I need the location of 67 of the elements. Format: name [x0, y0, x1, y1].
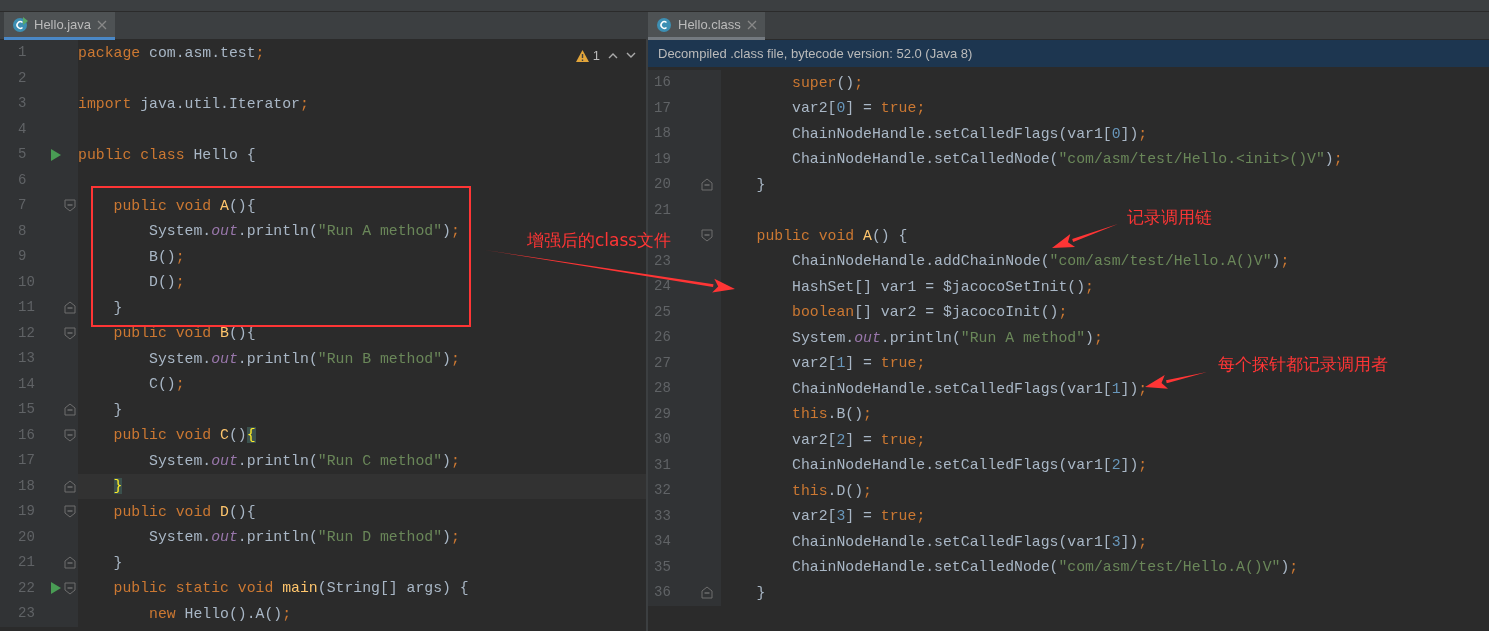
code-line: ChainNodeHandle.setCalledFlags(var1[3]);	[791, 532, 1148, 552]
fold-icon[interactable]	[64, 403, 76, 417]
annotation-text: 记录调用链	[1127, 206, 1212, 229]
chevron-up-icon[interactable]	[608, 52, 618, 60]
code-line: ChainNodeHandle.setCalledFlags(var1[1]);	[791, 379, 1148, 399]
warning-icon	[575, 49, 589, 62]
fold-icon[interactable]	[64, 301, 76, 315]
code-line: B();	[148, 247, 185, 267]
editor-tab[interactable]: Hello.java	[4, 12, 116, 40]
code-line: ChainNodeHandle.addChainNode("com/asm/test/Hello.A()V");	[791, 252, 1290, 272]
code-line: }	[112, 553, 123, 573]
callout-arrow	[1052, 224, 1118, 248]
code-line: }	[112, 400, 123, 420]
chevron-down-icon[interactable]	[626, 52, 636, 60]
code-line: new Hello().A();	[148, 604, 292, 624]
run-icon[interactable]	[50, 581, 62, 596]
code-line: var2[1] = true;	[791, 354, 926, 374]
code-line: package com.asm.test;	[78, 43, 265, 63]
code-line: System.out.println("Run C method");	[148, 451, 460, 471]
code-line: this.B();	[791, 405, 872, 425]
annotation-text: 每个探针都记录调用者	[1218, 353, 1388, 376]
code-line: }	[755, 583, 766, 603]
annotation-text: 增强后的class文件	[527, 229, 672, 252]
code-line: super();	[791, 73, 864, 93]
code-line: public void A() {	[755, 226, 908, 246]
code-line: ChainNodeHandle.setCalledFlags(var1[0]);	[791, 124, 1148, 144]
close-icon	[746, 19, 757, 30]
code-line: import java.util.Iterator;	[78, 94, 309, 114]
info-banner: Decompiled .class file, bytecode version: 52.0 (Java 8)	[648, 40, 1489, 67]
code-line: ChainNodeHandle.setCalledNode("com/asm/test/Hello.A()V");	[791, 558, 1299, 578]
class-file-icon	[656, 16, 672, 33]
fold-icon[interactable]	[64, 326, 76, 340]
fold-icon[interactable]	[64, 199, 76, 213]
code-line: System.out.println("Run D method");	[148, 528, 460, 548]
fold-icon[interactable]	[64, 479, 76, 493]
fold-icon[interactable]	[64, 556, 76, 570]
run-icon[interactable]	[50, 147, 62, 162]
code-line: }	[755, 175, 766, 195]
fold-icon[interactable]	[64, 581, 76, 595]
code-line: System.out.println("Run B method");	[148, 349, 460, 369]
code-line: var2[3] = true;	[791, 507, 926, 527]
code-line: var2[2] = true;	[791, 430, 926, 450]
warning-count[interactable]: 1	[575, 46, 600, 66]
fold-icon[interactable]	[700, 229, 713, 243]
code-line: System.out.println("Run A method");	[791, 328, 1103, 348]
code-line: D();	[148, 273, 185, 293]
fold-icon[interactable]	[64, 428, 76, 442]
class-file-icon	[12, 16, 28, 33]
code-line: System.out.println("Run A method");	[148, 222, 460, 242]
code-line: C();	[148, 375, 185, 395]
fold-icon[interactable]	[700, 178, 713, 192]
code-line: HashSet[] var1 = $jacocoSetInit();	[791, 277, 1094, 297]
code-line: ChainNodeHandle.setCalledFlags(var1[2]);	[791, 456, 1148, 476]
fold-icon[interactable]	[64, 505, 76, 519]
code-line: public void C(){	[112, 426, 256, 446]
code-line: var2[0] = true;	[791, 99, 926, 119]
code-line: this.D();	[791, 481, 872, 501]
code-line: public void A(){	[112, 196, 256, 216]
close-icon	[97, 19, 108, 30]
code-line: public void D(){	[112, 502, 256, 522]
code-line: ChainNodeHandle.setCalledNode("com/asm/test/Hello.<init>()V");	[791, 150, 1343, 170]
code-line: boolean[] var2 = $jacocoInit();	[791, 303, 1068, 323]
code-line: }	[112, 298, 123, 318]
editor-tab[interactable]: Hello.class	[648, 12, 765, 40]
code-line: public class Hello {	[78, 145, 256, 165]
fold-icon[interactable]	[700, 586, 713, 600]
code-line: public static void main(String[] args) {	[112, 579, 469, 599]
